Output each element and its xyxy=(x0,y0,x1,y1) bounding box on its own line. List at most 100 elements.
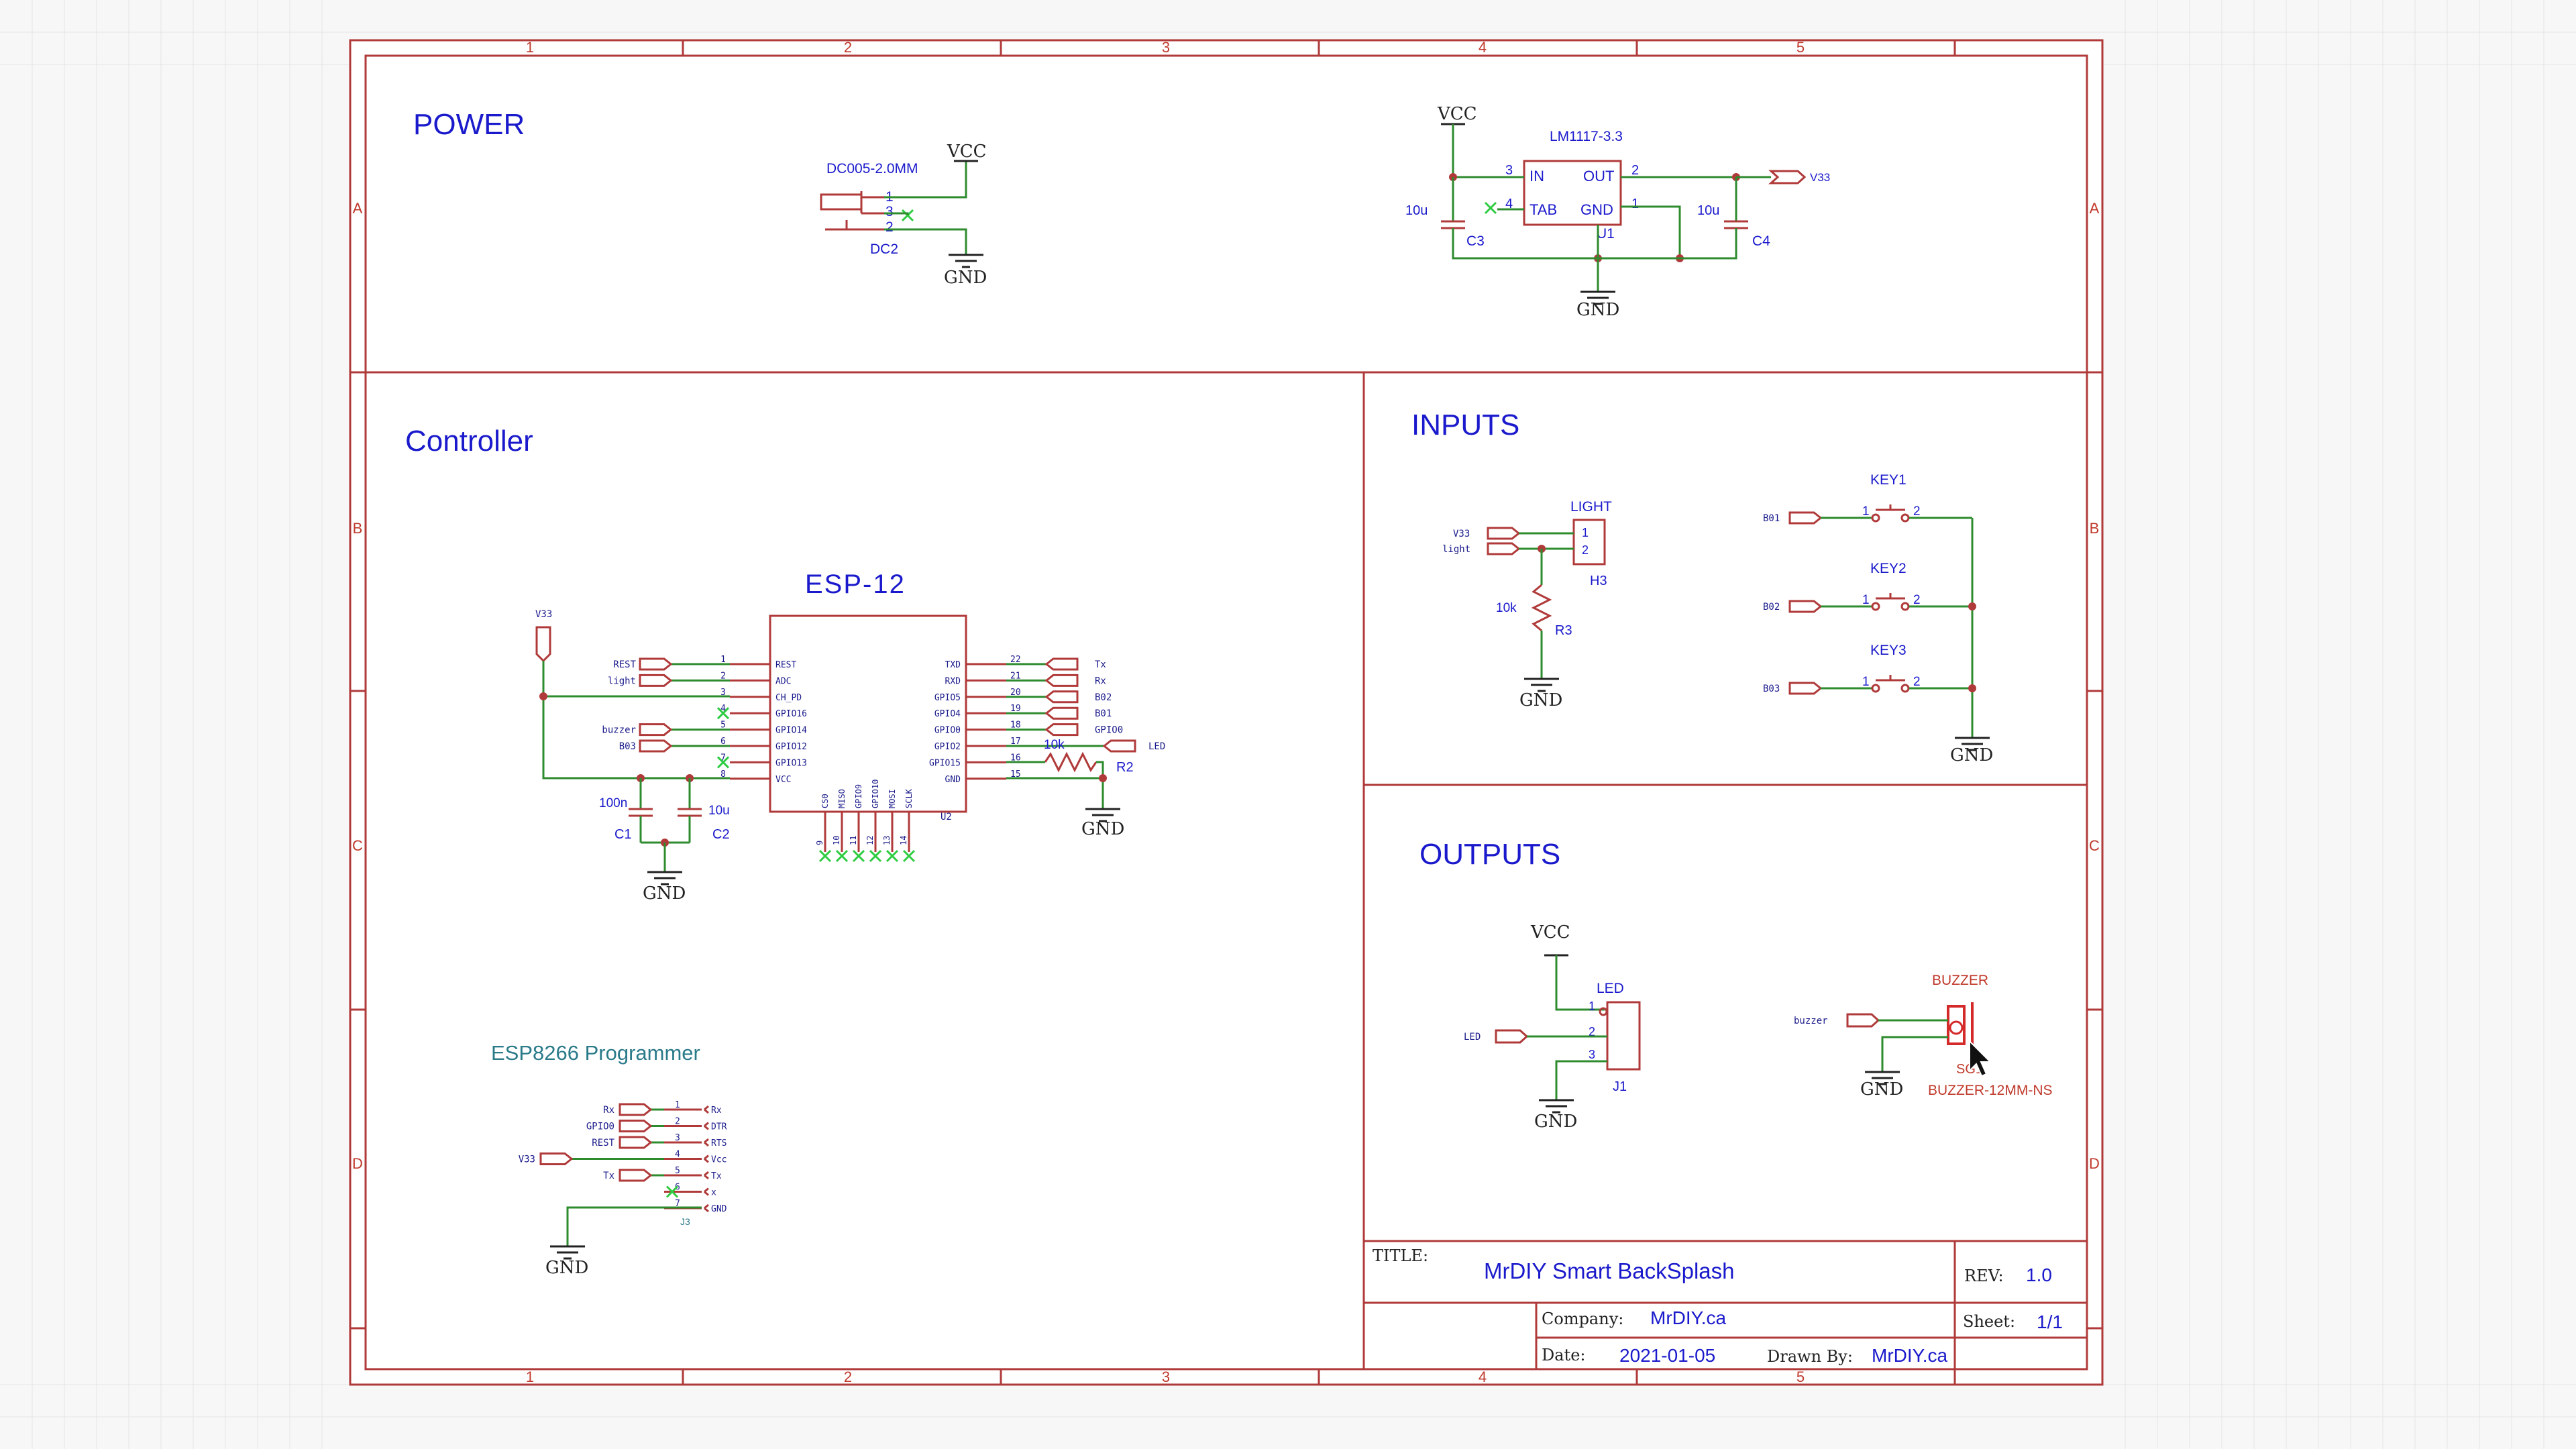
esp12-pin-number: 11 xyxy=(849,836,858,845)
v33-port-label-power: V33 xyxy=(1810,171,1830,184)
col-label-top-4: 4 xyxy=(1479,39,1487,56)
c4-value: 10u xyxy=(1697,203,1719,218)
gnd-label-light: GND xyxy=(1519,690,1562,710)
section-title-inputs: INPUTS xyxy=(1411,409,1519,441)
col-label-bottom-3: 3 xyxy=(1162,1368,1170,1385)
regulator-pin-in: IN xyxy=(1529,168,1544,184)
esp12-net-label: buzzer xyxy=(602,725,636,736)
row-label-left-a: A xyxy=(353,200,363,217)
esp12-net-label: B02 xyxy=(1095,692,1112,703)
section-title-programmer: ESP8266 Programmer xyxy=(491,1041,700,1065)
programmer-pin-number: 5 xyxy=(675,1166,680,1176)
gnd-label-dc: GND xyxy=(944,268,987,288)
programmer-pin-label: GND xyxy=(711,1204,727,1214)
programmer-net-label: Rx xyxy=(603,1105,614,1116)
esp12-pin-name: GPIO13 xyxy=(775,758,807,768)
light-ref: H3 xyxy=(1590,574,1607,588)
sheet-background xyxy=(349,40,2103,1385)
r2-ref: R2 xyxy=(1116,760,1134,775)
esp12-pin-name: CS0 xyxy=(820,794,830,808)
gnd-label-programmer: GND xyxy=(545,1258,588,1278)
buzzer-net-label: buzzer xyxy=(1794,1016,1828,1026)
regulator-pin-out: OUT xyxy=(1583,168,1614,184)
gnd-label-reg: GND xyxy=(1576,300,1619,320)
esp12-pin-name: TXD xyxy=(945,660,961,670)
key-pin-1: 1 xyxy=(1862,504,1870,519)
esp12-pin-name: GND xyxy=(945,775,961,785)
esp12-pin-name: REST xyxy=(775,660,796,670)
key-net-label: B02 xyxy=(1763,602,1780,612)
section-title-outputs: OUTPUTS xyxy=(1419,838,1560,871)
esp12-pin-name: GPIO12 xyxy=(775,742,807,752)
key-pin-2: 2 xyxy=(1913,675,1921,689)
programmer-pin-number: 2 xyxy=(675,1117,680,1127)
led-net-label: LED xyxy=(1464,1032,1481,1042)
esp12-pin-name: GPIO16 xyxy=(775,709,807,719)
esp12-pin-number: 13 xyxy=(882,836,892,845)
c1-value: 100n xyxy=(599,796,627,810)
programmer-net-label: GPIO0 xyxy=(586,1122,614,1132)
row-label-left-c: C xyxy=(352,837,363,854)
row-label-right-a: A xyxy=(2090,200,2100,217)
esp12-pin-name: GPIO5 xyxy=(934,693,961,703)
key-pin-2: 2 xyxy=(1913,593,1921,607)
dc-jack-part: DC005-2.0MM xyxy=(826,161,918,176)
c3-ref: C3 xyxy=(1466,233,1485,249)
gnd-label-keys: GND xyxy=(1950,745,1993,765)
esp12-pin-name: GPIO9 xyxy=(854,784,863,808)
rev-value: 1.0 xyxy=(2026,1265,2052,1285)
key-ref: KEY1 xyxy=(1870,472,1907,488)
esp12-pin-number: 9 xyxy=(815,841,824,845)
sheet-label: Sheet: xyxy=(1963,1312,2015,1331)
date-value: 2021-01-05 xyxy=(1619,1345,1715,1366)
esp12-net-label: Tx xyxy=(1095,659,1106,670)
col-label-bottom-5: 5 xyxy=(1796,1368,1805,1385)
esp12-pin-name: MOSI xyxy=(888,789,897,808)
c4-ref: C4 xyxy=(1752,233,1770,249)
rev-label: REV: xyxy=(1964,1267,2004,1285)
dc-jack-pin-3: 3 xyxy=(885,204,894,219)
esp12-pin-name: GPIO14 xyxy=(775,726,807,736)
led-ref: J1 xyxy=(1613,1079,1627,1094)
company-label: Company: xyxy=(1542,1309,1623,1328)
esp12-net-label: Rx xyxy=(1095,676,1106,686)
regulator-pin-gnd: GND xyxy=(1580,201,1613,218)
key-pin-1: 1 xyxy=(1862,675,1870,689)
esp12-pin-name: VCC xyxy=(775,775,791,785)
col-label-top-1: 1 xyxy=(526,39,534,56)
esp12-net-label: B01 xyxy=(1095,708,1112,719)
row-label-left-b: B xyxy=(353,520,363,537)
drawn-by-label: Drawn By: xyxy=(1767,1347,1853,1366)
key-pin-2: 2 xyxy=(1913,504,1921,519)
esp12-pin-name: ADC xyxy=(775,676,791,686)
buzzer-title: BUZZER xyxy=(1932,973,1988,988)
programmer-pin-label: DTR xyxy=(711,1122,727,1132)
esp12-pin-name: GPIO2 xyxy=(934,742,961,752)
r3-ref: R3 xyxy=(1555,623,1572,638)
esp12-pin-name: SCLK xyxy=(904,788,914,808)
schematic-canvas: 1 2 3 4 5 1 2 3 4 5 A B C D A B C D POWE… xyxy=(0,0,2576,1449)
key-net-label: B03 xyxy=(1763,684,1780,694)
programmer-pin-label: Rx xyxy=(711,1106,722,1116)
regulator-pinnum-gnd: 1 xyxy=(1631,197,1639,211)
gnd-label-controller-r2: GND xyxy=(1081,819,1124,839)
c2-value: 10u xyxy=(708,804,730,818)
esp12-pin-name: RXD xyxy=(945,676,961,686)
esp12-net-label: B03 xyxy=(619,741,636,752)
programmer-pin-label: x xyxy=(711,1188,716,1198)
gnd-label-controller-caps: GND xyxy=(643,883,686,904)
esp12-net-label: LED xyxy=(1148,741,1165,752)
gnd-label-buzzer: GND xyxy=(1860,1079,1903,1099)
col-label-bottom-1: 1 xyxy=(526,1368,534,1385)
programmer-pin-label: Tx xyxy=(711,1171,722,1181)
row-label-right-d: D xyxy=(2089,1155,2100,1172)
programmer-ref: J3 xyxy=(680,1216,690,1227)
led-title: LED xyxy=(1597,981,1624,996)
regulator-part: LM1117-3.3 xyxy=(1550,129,1623,144)
key-pin-1: 1 xyxy=(1862,593,1870,607)
gnd-label-led: GND xyxy=(1534,1112,1577,1132)
programmer-net-label: Tx xyxy=(603,1171,614,1181)
c3-value: 10u xyxy=(1405,203,1428,218)
esp12-pin-name: GPIO4 xyxy=(934,709,961,719)
programmer-net-label: V33 xyxy=(519,1155,535,1165)
